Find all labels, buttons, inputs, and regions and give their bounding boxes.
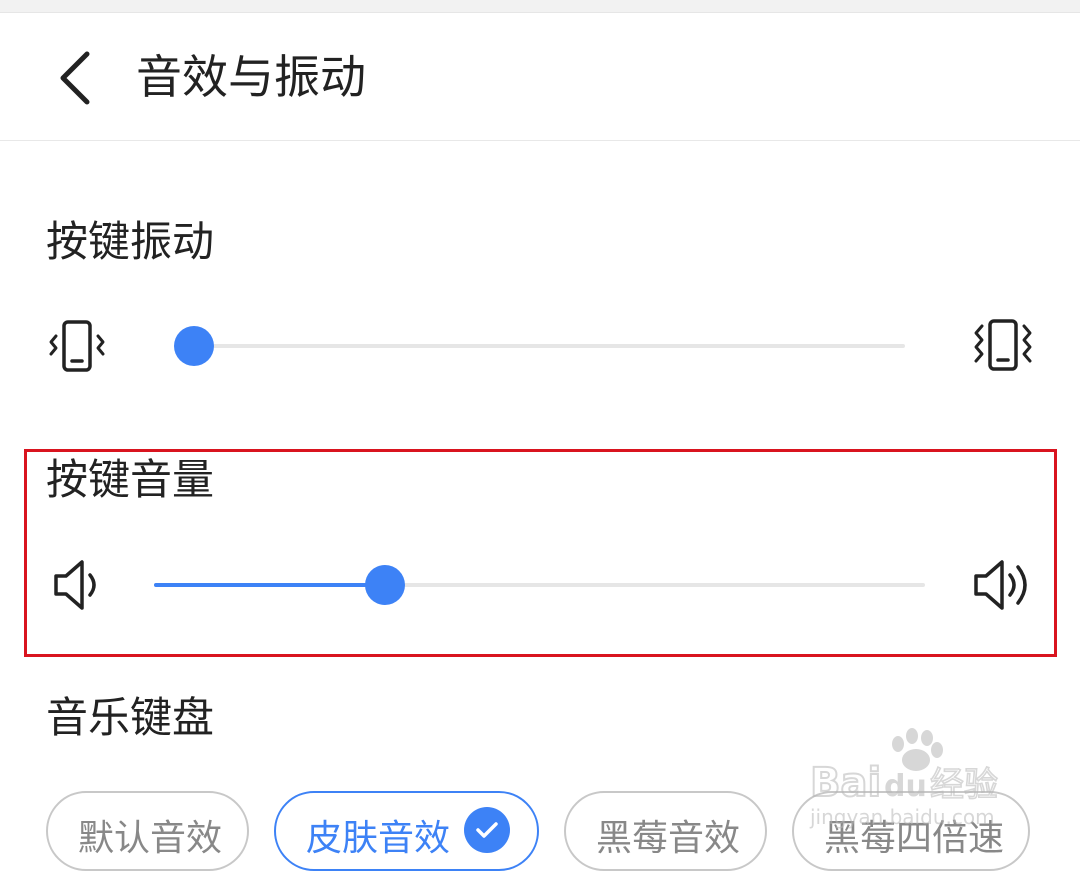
sound-option-skin[interactable]: 皮肤音效 [274,791,539,871]
vibrate-low-icon [48,320,106,374]
volume-slider-fill [154,583,386,587]
music-keyboard-section-title: 音乐键盘 [46,693,215,742]
vibration-slider-thumb[interactable] [174,326,214,366]
status-bar-strip [0,0,1080,13]
chevron-left-icon [60,51,90,105]
vibration-section-title: 按键振动 [46,217,215,266]
volume-low-icon [52,558,104,612]
page-title: 音效与振动 [136,50,366,104]
sound-option-blackberry[interactable]: 黑莓音效 [564,791,767,871]
volume-section-title: 按键音量 [46,455,215,504]
sound-option-blackberry-4x[interactable]: 黑莓四倍速 [792,791,1030,871]
check-icon [464,807,511,853]
vibration-slider[interactable] [174,326,905,366]
vibrate-high-icon [972,318,1034,376]
vibration-slider-track [194,344,905,348]
sound-option-default[interactable]: 默认音效 [46,791,249,871]
app-header: 音效与振动 [0,13,1080,141]
volume-high-icon [972,556,1034,614]
sound-option-label: 默认音效 [78,818,223,859]
volume-slider[interactable] [154,565,925,605]
sound-option-label: 黑莓音效 [596,818,741,859]
back-button[interactable] [40,43,110,113]
volume-slider-thumb[interactable] [365,565,406,605]
sound-option-label: 黑莓四倍速 [824,818,1005,859]
sound-option-label: 皮肤音效 [306,818,451,859]
